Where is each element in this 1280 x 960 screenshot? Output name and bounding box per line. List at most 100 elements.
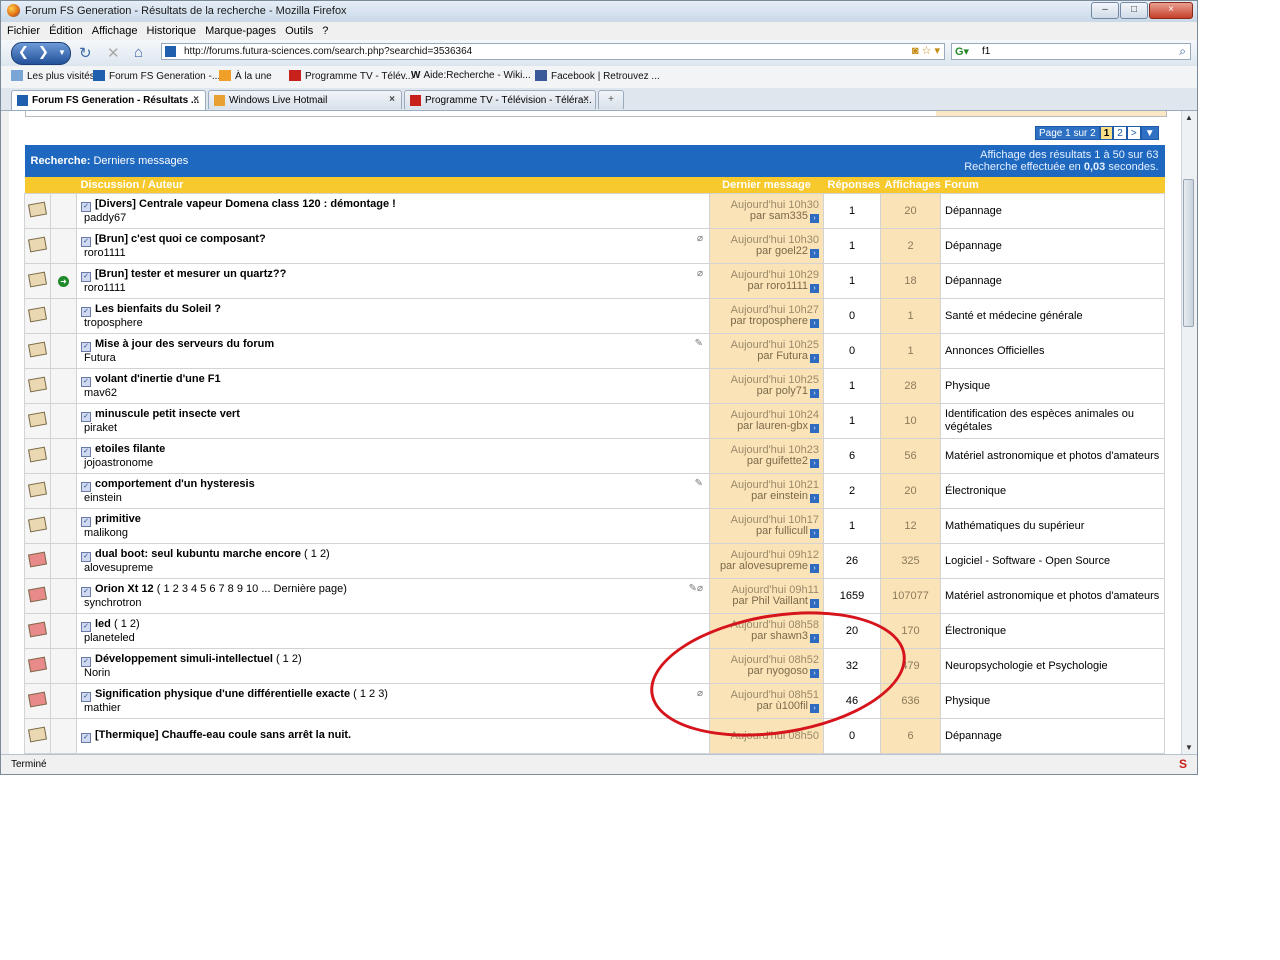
replies-count[interactable]: 2 [823,473,881,509]
bookmark-forum-fs[interactable]: Forum FS Generation -... [93,70,220,82]
tab-programme-tv[interactable]: Programme TV - Télévision - Téléra... × [404,90,596,109]
replies-count[interactable]: 1 [823,508,881,544]
replies-count[interactable]: 1 [823,228,881,264]
last-poster[interactable]: par fullicull [756,525,808,537]
thread-pages[interactable]: ( 1 2 3) [353,688,388,700]
rss-bookmark-icon[interactable]: ◙ ☆ ▾ [912,44,940,57]
maximize-button[interactable]: □ [1120,2,1148,19]
search-bar[interactable]: G▾ f1 ⌕ [951,43,1191,60]
menu-marque-pages[interactable]: Marque-pages [205,25,276,37]
url-text[interactable]: http://forums.futura-sciences.com/search… [184,46,472,57]
thread-pages[interactable]: ( 1 2 3 4 5 6 7 8 9 10 ... Dernière page… [157,583,347,595]
forum-name[interactable]: Physique [939,683,1166,719]
scroll-down-icon[interactable]: ▼ [1185,743,1193,752]
forum-name[interactable]: Dépannage [939,263,1166,299]
thread-title-link[interactable]: led [95,618,111,630]
replies-count[interactable]: 1 [823,368,881,404]
forum-name[interactable]: Dépannage [939,193,1166,229]
bookmark-facebook[interactable]: Facebook | Retrouvez ... [535,70,660,82]
thread-author[interactable]: alovesupreme [84,562,705,574]
col-views[interactable]: Affichages [880,177,941,194]
table-row[interactable]: ✓ Les bienfaits du Soleil ? troposphere Au… [24,298,1166,334]
thread-author[interactable]: Futura [84,352,705,364]
replies-count[interactable]: 1 [823,263,881,299]
thread-author[interactable]: Norin [84,667,705,679]
forum-name[interactable]: Électronique [939,473,1166,509]
table-row[interactable]: ✓ Mise à jour des serveurs du forum Futur… [24,333,1166,369]
table-row[interactable]: ✓ [Thermique] Chauffe-eau coule sans arrê… [24,718,1166,754]
thread-pages[interactable]: ( 1 2) [304,548,330,560]
search-input[interactable]: f1 [982,46,990,57]
thread-author[interactable]: synchrotron [84,597,705,609]
thread-pages[interactable]: ( 1 2) [114,618,140,630]
forum-name[interactable]: Mathématiques du supérieur [939,508,1166,544]
thread-title-link[interactable]: etoiles filante [95,443,165,455]
table-row[interactable]: ✓ Signification physique d'une différenti… [24,683,1166,719]
thread-title-link[interactable]: [Brun] tester et mesurer un quartz?? [95,268,286,280]
new-tab-button[interactable]: + [598,90,624,109]
table-row[interactable]: ✓ [Brun] c'est quoi ce composant? roro111… [24,228,1166,264]
replies-count[interactable]: 1 [823,403,881,439]
vertical-scrollbar[interactable]: ▲ ▼ [1181,111,1196,754]
goto-last-post-icon[interactable]: › [810,213,819,223]
thread-title-link[interactable]: Signification physique d'une différentie… [95,688,350,700]
last-poster[interactable]: par Phil Vaillant [732,595,808,607]
tab-forum[interactable]: Forum FS Generation - Résultats ... × [11,90,206,110]
thread-author[interactable]: jojoastronome [84,457,705,469]
menu-affichage[interactable]: Affichage [92,25,138,37]
col-forum[interactable]: Forum [940,177,1165,194]
thread-author[interactable]: paddy67 [84,212,705,224]
thread-pages[interactable]: ( 1 2) [276,653,302,665]
replies-count[interactable]: 26 [823,543,881,579]
thread-author[interactable]: roro1111 [84,282,705,294]
table-row[interactable]: ✓ primitive malikong Aujourd'hui 10h17 par … [24,508,1166,544]
forum-name[interactable]: Logiciel - Software - Open Source [939,543,1166,579]
last-poster[interactable]: par lauren-gbx [737,420,808,432]
replies-count[interactable]: 0 [823,333,881,369]
table-row[interactable]: ➜ ✓ [Brun] tester et mesurer un quartz?? r… [24,263,1166,299]
menu-fichier[interactable]: Fichier [7,25,40,37]
thread-author[interactable]: troposphere [84,317,705,329]
bookmark-plus-visites[interactable]: Les plus visités [11,70,95,82]
table-row[interactable]: ✓ comportement d'un hysteresis einstein ✎ A… [24,473,1166,509]
close-window-button[interactable]: × [1149,2,1193,19]
thread-title-link[interactable]: comportement d'un hysteresis [95,478,255,490]
thread-title-link[interactable]: Orion Xt 12 [95,583,154,595]
home-icon[interactable]: ⌂ [134,44,143,61]
thread-title-link[interactable]: primitive [95,513,141,525]
thread-author[interactable]: roro1111 [84,247,705,259]
goto-last-post-icon[interactable]: › [810,528,819,538]
search-icon[interactable]: ⌕ [1179,44,1186,59]
forum-name[interactable]: Annonces Officielles [939,333,1166,369]
table-row[interactable]: ✓ etoiles filante jojoastronome Aujourd'hu… [24,438,1166,474]
menu-help[interactable]: ? [322,25,328,37]
bookmark-programme-tv[interactable]: Programme TV - Télév... [289,70,413,82]
thread-title-link[interactable]: [Brun] c'est quoi ce composant? [95,233,266,245]
forum-name[interactable]: Matériel astronomique et photos d'amateu… [939,578,1166,614]
back-forward-buttons[interactable]: ❮ ❯ ▼ [11,42,71,65]
table-row[interactable]: ✓ [Divers] Centrale vapeur Domena class 1… [24,193,1166,229]
forum-name[interactable]: Électronique [939,613,1166,649]
goto-last-post-icon[interactable]: › [810,493,819,503]
forum-name[interactable]: Identification des espèces animales ou v… [939,403,1166,439]
thread-title-link[interactable]: Développement simuli-intellectuel [95,653,273,665]
goto-last-post-icon[interactable]: › [810,248,819,258]
go-arrow-icon[interactable]: ➜ [58,276,69,287]
thread-author[interactable]: malikong [84,527,705,539]
thread-author[interactable]: piraket [84,422,705,434]
goto-last-post-icon[interactable]: › [810,388,819,398]
forum-name[interactable]: Neuropsychologie et Psychologie [939,648,1166,684]
thread-author[interactable]: planeteled [84,632,705,644]
forum-name[interactable]: Physique [939,368,1166,404]
goto-last-post-icon[interactable]: › [810,598,819,608]
goto-last-post-icon[interactable]: › [810,563,819,573]
thread-title-link[interactable]: Mise à jour des serveurs du forum [95,338,274,350]
scroll-up-icon[interactable]: ▲ [1185,113,1193,122]
last-poster[interactable]: par poly71 [757,385,808,397]
last-poster[interactable]: par goel22 [756,245,808,257]
goto-last-post-icon[interactable]: › [810,353,819,363]
forward-arrow-icon[interactable]: ❯ [38,44,49,60]
scroll-thumb[interactable] [1183,179,1194,327]
table-row[interactable]: ✓ Orion Xt 12 ( 1 2 3 4 5 6 7 8 9 10 ... … [24,578,1166,614]
table-row[interactable]: ✓ dual boot: seul kubuntu marche encore (… [24,543,1166,579]
